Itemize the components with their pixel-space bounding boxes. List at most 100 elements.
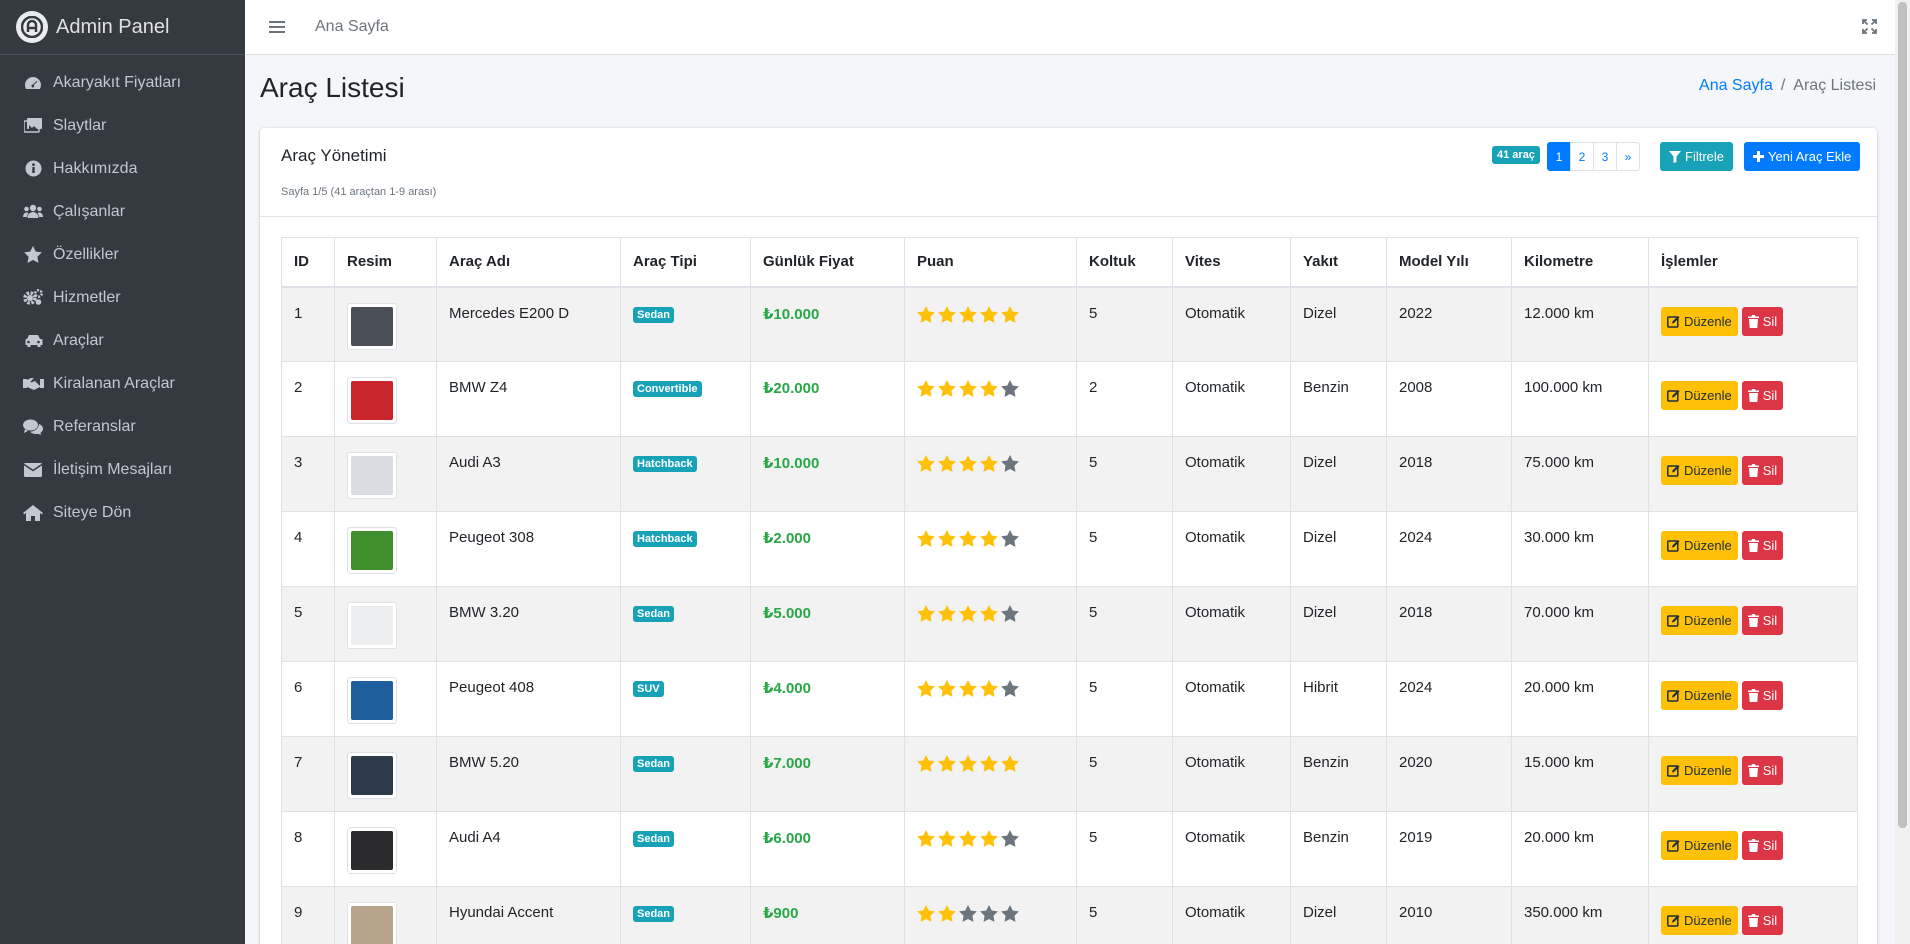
cell-actions: Düzenle Sil (1648, 811, 1858, 887)
vehicle-thumbnail[interactable] (347, 602, 397, 649)
cell-km: 350.000 km (1511, 886, 1649, 944)
cell-name: Audi A4 (436, 811, 621, 887)
edit-button[interactable]: Düzenle (1661, 906, 1738, 935)
edit-button[interactable]: Düzenle (1661, 831, 1738, 860)
sidebar-item-7[interactable]: Araçlar (0, 319, 245, 362)
cell-seats: 5 (1076, 436, 1173, 512)
fullscreen-icon[interactable] (1862, 19, 1877, 39)
edit-button[interactable]: Düzenle (1661, 606, 1738, 635)
delete-button[interactable]: Sil (1741, 531, 1784, 560)
cell-name: Hyundai Accent (436, 886, 621, 944)
cell-price: ₺7.000 (750, 736, 905, 812)
cell-image (334, 286, 437, 362)
sidebar-item-6[interactable]: Hizmetler (0, 276, 245, 319)
rating-star-icon (980, 380, 998, 401)
rating-star-icon (917, 605, 935, 626)
delete-button[interactable]: Sil (1741, 906, 1784, 935)
delete-button[interactable]: Sil (1741, 681, 1784, 710)
cell-year: 2019 (1386, 811, 1512, 887)
delete-button[interactable]: Sil (1741, 306, 1784, 336)
sidebar-item-3[interactable]: Hakkımızda (0, 147, 245, 190)
vehicle-type-badge: Hatchback (633, 531, 697, 547)
cell-id: 3 (281, 436, 335, 512)
breadcrumb-home[interactable]: Ana Sayfa (1699, 77, 1773, 95)
cell-type: Hatchback (620, 436, 751, 512)
vehicle-thumbnail[interactable] (347, 527, 397, 574)
vertical-scrollbar[interactable] (1895, 0, 1910, 944)
pagination-page[interactable]: 2 (1570, 142, 1594, 171)
trash-icon (1747, 314, 1759, 328)
pagination-page[interactable]: 1 (1547, 142, 1571, 171)
sidebar-item-2[interactable]: Slaytlar (0, 104, 245, 147)
edit-button[interactable]: Düzenle (1661, 756, 1738, 785)
pagination-page[interactable]: 3 (1593, 142, 1617, 171)
cell-seats: 5 (1076, 511, 1173, 587)
table-row: 9 Hyundai Accent Sedan ₺900 5 Otomatik Dizel 20… (281, 886, 1858, 944)
menu-toggle-icon[interactable] (269, 18, 285, 36)
delete-button[interactable]: Sil (1741, 456, 1784, 485)
car-icon (22, 331, 44, 351)
edit-button[interactable]: Düzenle (1661, 681, 1738, 710)
delete-button[interactable]: Sil (1741, 831, 1784, 860)
cell-actions: Düzenle Sil (1648, 286, 1858, 362)
breadcrumb-current: Araç Listesi (1793, 77, 1876, 94)
edit-button[interactable]: Düzenle (1661, 531, 1738, 560)
sidebar-item-9[interactable]: Referanslar (0, 405, 245, 448)
cell-image (334, 436, 437, 512)
trash-icon (1747, 539, 1759, 552)
plus-icon (1753, 151, 1764, 162)
cell-km: 20.000 km (1511, 811, 1649, 887)
vehicle-thumbnail[interactable] (347, 377, 397, 424)
cell-id: 6 (281, 661, 335, 737)
brand[interactable]: Admin Panel (0, 0, 245, 55)
delete-button-label: Sil (1762, 763, 1778, 778)
delete-button[interactable]: Sil (1741, 756, 1784, 785)
rating-star-icon (917, 830, 935, 851)
column-header: Resim (334, 237, 437, 288)
scrollbar-thumb[interactable] (1898, 2, 1907, 828)
vehicle-thumbnail[interactable] (347, 827, 397, 874)
cell-image (334, 811, 437, 887)
column-header: Puan (904, 237, 1077, 288)
edit-button-label: Düzenle (1684, 688, 1732, 703)
sidebar-item-8[interactable]: Kiralanan Araçlar (0, 362, 245, 405)
edit-button-label: Düzenle (1684, 838, 1732, 853)
sidebar-item-1[interactable]: Akaryakıt Fiyatları (0, 61, 245, 104)
rating-star-icon (917, 455, 935, 476)
vehicle-thumbnail[interactable] (347, 452, 397, 499)
filter-button[interactable]: Filtrele (1660, 142, 1734, 171)
sidebar-item-11[interactable]: Siteye Dön (0, 491, 245, 534)
rating-star-icon (938, 455, 956, 476)
cell-type: Convertible (620, 361, 751, 437)
vehicle-thumbnail[interactable] (347, 302, 397, 350)
edit-button-label: Düzenle (1684, 538, 1732, 553)
vehicle-type-badge: SUV (633, 681, 664, 697)
top-home-link[interactable]: Ana Sayfa (315, 18, 389, 36)
pagination-next[interactable]: » (1616, 142, 1640, 171)
rating-star-icon (1001, 680, 1019, 701)
daily-price: ₺5.000 (763, 605, 811, 622)
column-header: Yakıt (1290, 237, 1387, 288)
info-circle-icon (22, 159, 44, 179)
rating-star-icon (959, 380, 977, 401)
sidebar-item-label: Hakkımızda (53, 159, 138, 177)
rating-star-icon (980, 905, 998, 926)
edit-button[interactable]: Düzenle (1661, 381, 1738, 410)
cell-gear: Otomatik (1172, 361, 1291, 437)
cell-id: 8 (281, 811, 335, 887)
sidebar-item-label: Araçlar (53, 331, 104, 349)
rating-star-icon (1001, 755, 1019, 776)
vehicle-thumbnail[interactable] (347, 902, 397, 944)
delete-button[interactable]: Sil (1741, 606, 1784, 635)
add-vehicle-button[interactable]: Yeni Araç Ekle (1744, 142, 1861, 171)
delete-button[interactable]: Sil (1741, 381, 1784, 410)
edit-button[interactable]: Düzenle (1661, 456, 1738, 485)
vehicle-thumbnail[interactable] (347, 752, 397, 799)
sidebar-item-10[interactable]: İletişim Mesajları (0, 448, 245, 491)
vehicle-thumbnail[interactable] (347, 677, 397, 724)
delete-button-label: Sil (1762, 388, 1778, 403)
sidebar-item-4[interactable]: Çalışanlar (0, 190, 245, 233)
edit-button[interactable]: Düzenle (1661, 306, 1738, 336)
sidebar-item-5[interactable]: Özellikler (0, 233, 245, 276)
cell-km: 30.000 km (1511, 511, 1649, 587)
